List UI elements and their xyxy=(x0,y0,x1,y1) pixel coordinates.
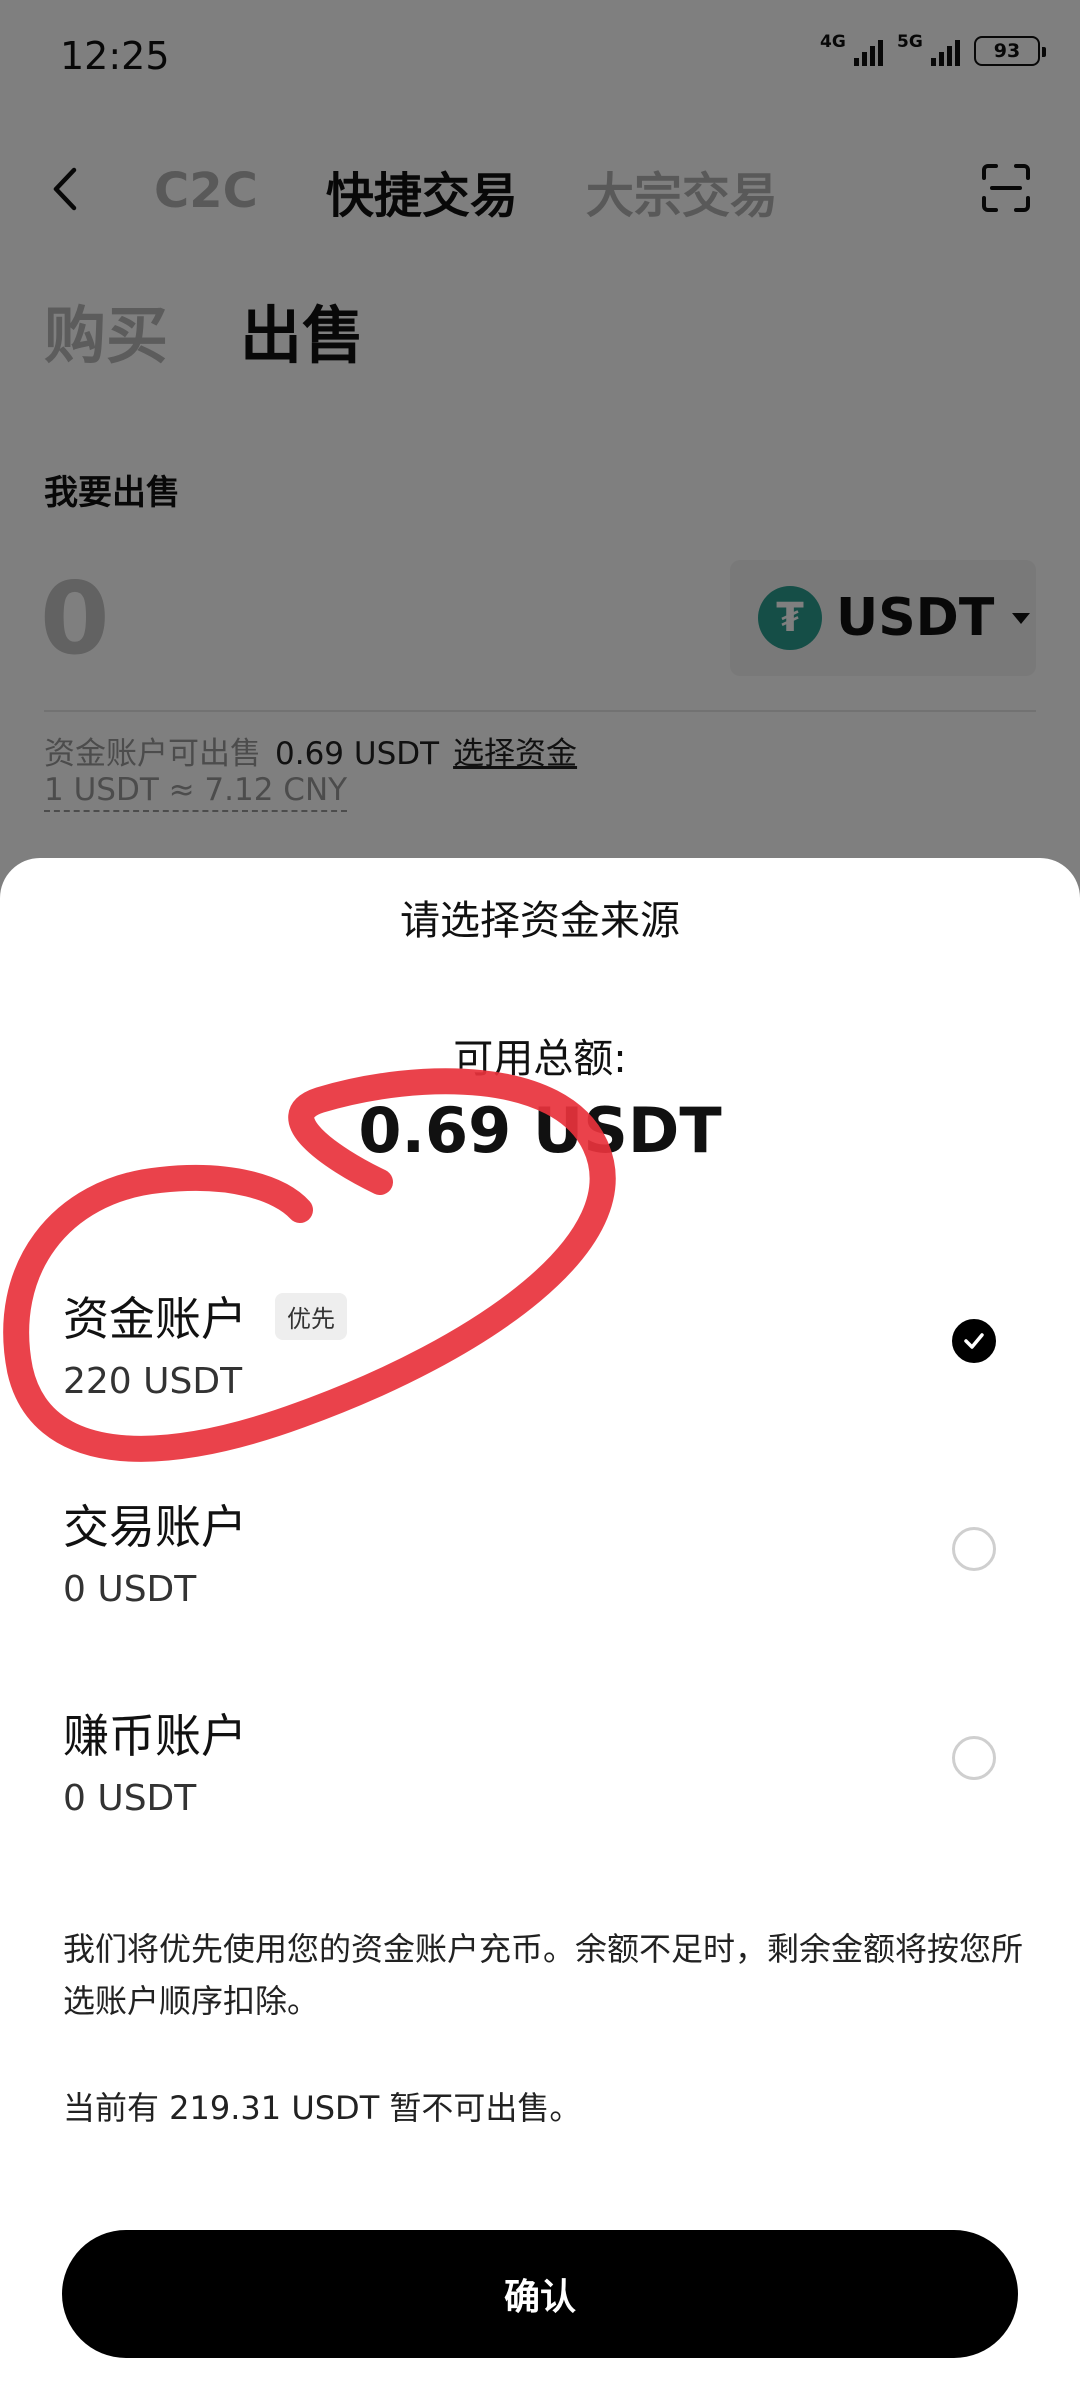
account-name: 交易账户 xyxy=(63,1500,247,1554)
account-balance: 0 USDT xyxy=(63,1778,197,1819)
account-name-row: 交易账户 xyxy=(63,1491,247,1557)
account-name: 赚币账户 xyxy=(63,1709,247,1763)
fund-source-sheet: 请选择资金来源 可用总额: 0.69 USDT 资金账户 优先 220 USDT… xyxy=(0,858,1080,2400)
total-label: 可用总额: xyxy=(453,1036,627,1082)
account-name: 资金账户 xyxy=(63,1292,247,1346)
radio-checked-icon[interactable] xyxy=(952,1319,996,1363)
radio-unchecked-icon[interactable] xyxy=(952,1736,996,1780)
total-value: 0.69 USDT xyxy=(358,1094,722,1167)
account-name-row: 资金账户 优先 xyxy=(63,1283,347,1349)
sheet-title: 请选择资金来源 xyxy=(400,898,680,944)
account-balance: 0 USDT xyxy=(63,1569,197,1610)
priority-badge: 优先 xyxy=(275,1292,347,1340)
check-icon xyxy=(964,1333,984,1349)
confirm-button[interactable]: 确认 xyxy=(62,2230,1018,2358)
deduction-note: 我们将优先使用您的资金账户充币。余额不足时，剩余金额将按您所选账户顺序扣除。 xyxy=(63,1930,1024,2020)
account-name-row: 赚币账户 xyxy=(63,1700,247,1766)
radio-unchecked-icon[interactable] xyxy=(952,1527,996,1571)
account-option-funding[interactable]: 资金账户 优先 220 USDT xyxy=(0,1283,1080,1453)
account-option-trading[interactable]: 交易账户 0 USDT xyxy=(0,1491,1080,1661)
account-balance: 220 USDT xyxy=(63,1361,243,1402)
unavailable-note: 当前有 219.31 USDT 暂不可出售。 xyxy=(63,2089,582,2127)
account-option-earn[interactable]: 赚币账户 0 USDT xyxy=(0,1700,1080,1870)
